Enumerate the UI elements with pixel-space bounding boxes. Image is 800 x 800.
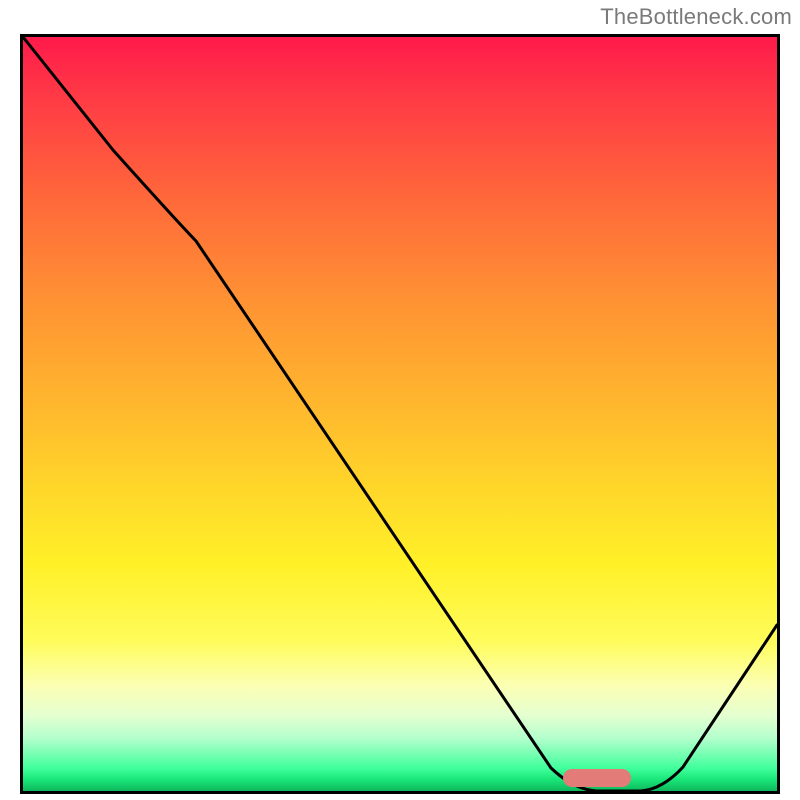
chart-container: TheBottleneck.com — [0, 0, 800, 800]
optimal-range-marker — [563, 769, 631, 787]
attribution-label: TheBottleneck.com — [600, 4, 792, 30]
plot-area — [20, 34, 780, 794]
bottleneck-curve — [23, 37, 777, 791]
